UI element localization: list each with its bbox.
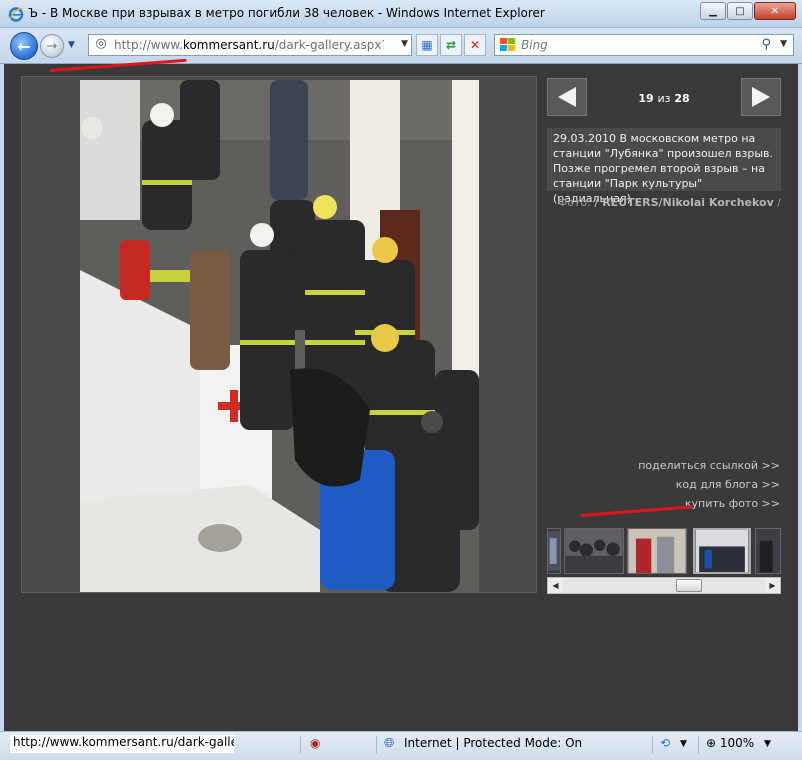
arrow-left-icon — [558, 87, 576, 107]
popup-blocker-icon[interactable]: ◉ — [310, 736, 320, 750]
minimize-icon: ▁ — [709, 5, 717, 17]
scroll-right-button[interactable]: ▶ — [765, 578, 780, 593]
recent-pages-dropdown[interactable]: ▼ — [68, 40, 80, 52]
stop-icon: ✕ — [469, 38, 481, 52]
title-bar: Ъ - В Москве при взрывах в метро погибли… — [0, 0, 802, 28]
address-dropdown[interactable]: ▼ — [401, 39, 408, 49]
refresh-button[interactable]: ⇄ — [440, 34, 462, 56]
compatibility-view-button[interactable]: ▦ — [416, 34, 438, 56]
thumbnail-scrollbar[interactable]: ◀ ▶ — [547, 577, 781, 594]
scroll-right-icon: ▶ — [769, 581, 776, 590]
security-zone[interactable]: Internet | Protected Mode: On — [404, 736, 582, 750]
buy-photo-link[interactable]: купить фото >> — [685, 497, 780, 510]
total-photo-count: 28 — [674, 92, 690, 105]
compatibility-view-icon: ▦ — [421, 38, 433, 52]
photo-counter: 19 из 28 — [604, 92, 724, 105]
previous-photo-button[interactable] — [547, 78, 587, 116]
share-link[interactable]: поделиться ссылкой >> — [638, 459, 780, 472]
thumbnail-active[interactable] — [693, 528, 751, 574]
status-url: http://www.kommersant.ru/dark-gallery.a — [10, 735, 234, 753]
blog-code-link[interactable]: код для блога >> — [676, 478, 780, 491]
refresh-icon: ⇄ — [445, 38, 457, 52]
photo-credit: Фото: / REUTERS/Nikolai Korchekov / — [547, 196, 781, 209]
zoom-dropdown-icon[interactable]: ▼ — [764, 739, 771, 749]
status-separator — [376, 736, 377, 754]
search-dropdown[interactable]: ▼ — [780, 39, 787, 49]
zoom-level[interactable]: ⊕ 100% — [706, 736, 754, 750]
next-photo-button[interactable] — [741, 78, 781, 116]
thumbnail-strip — [547, 526, 781, 576]
photo-caption: 29.03.2010 В московском метро на станции… — [547, 128, 781, 205]
window-title: Ъ - В Москве при взрывах в метро погибли… — [28, 6, 545, 20]
forward-button[interactable]: → — [40, 34, 64, 58]
address-bar[interactable]: ◎ http://www.kommersant.ru/dark-gallery.… — [88, 34, 412, 56]
current-photo-number: 19 — [638, 92, 654, 105]
address-url[interactable]: http://www.kommersant.ru/dark-gallery.as… — [114, 38, 384, 52]
chevron-down-icon[interactable]: ▼ — [680, 739, 687, 749]
scroll-left-button[interactable]: ◀ — [548, 578, 563, 593]
counter-separator: из — [657, 92, 671, 105]
scrollbar-handle[interactable] — [676, 579, 702, 592]
forward-arrow-icon: → — [46, 38, 58, 54]
thumbnail[interactable] — [627, 528, 687, 574]
back-button[interactable]: ← — [10, 32, 38, 60]
photo-image — [80, 80, 479, 592]
gallery-photo[interactable] — [80, 80, 479, 592]
chevron-down-icon: ▼ — [401, 39, 408, 49]
close-icon: ✕ — [770, 5, 780, 17]
zoom-value: 100% — [719, 736, 755, 750]
thumbnail[interactable] — [547, 528, 561, 574]
url-prefix: http://www. — [114, 38, 183, 52]
url-path: /dark-gallery.aspx?PicsID — [274, 38, 384, 52]
search-icon[interactable]: ⚲ — [761, 37, 771, 52]
status-separator — [698, 736, 699, 754]
stop-button[interactable]: ✕ — [464, 34, 486, 56]
search-box[interactable]: ⚲ ▼ — [494, 34, 794, 56]
arrow-right-icon — [752, 87, 770, 107]
minimize-button[interactable]: ▁ — [700, 2, 726, 20]
maximize-icon: □ — [735, 5, 745, 17]
close-window-button[interactable]: ✕ — [754, 2, 796, 20]
status-separator — [652, 736, 653, 754]
url-domain: kommersant.ru — [182, 38, 275, 52]
thumbnail[interactable] — [564, 528, 624, 574]
protected-mode-icon[interactable]: ⟲ — [660, 736, 670, 750]
credit-name: / REUTERS/Nikolai Korchekov — [594, 196, 774, 209]
navigation-bar: ← → ▼ ◎ http://www.kommersant.ru/dark-ga… — [0, 28, 802, 64]
page-icon: ◎ — [95, 36, 107, 51]
thumbnail[interactable] — [755, 528, 781, 574]
globe-icon: 🌐︎ — [384, 736, 395, 751]
chevron-down-icon: ▼ — [780, 39, 787, 49]
photo-viewer — [21, 76, 537, 593]
status-separator — [300, 736, 301, 754]
internet-explorer-icon — [8, 7, 24, 22]
bing-logo-icon — [500, 38, 515, 51]
search-input[interactable] — [521, 38, 741, 52]
credit-suffix: / — [777, 196, 781, 209]
status-bar: http://www.kommersant.ru/dark-gallery.a … — [0, 731, 802, 760]
maximize-button[interactable]: □ — [727, 2, 753, 20]
chevron-down-icon: ▼ — [68, 40, 75, 50]
credit-label: Фото: — [557, 196, 591, 209]
scroll-left-icon: ◀ — [552, 581, 559, 590]
back-arrow-icon: ← — [17, 36, 31, 56]
